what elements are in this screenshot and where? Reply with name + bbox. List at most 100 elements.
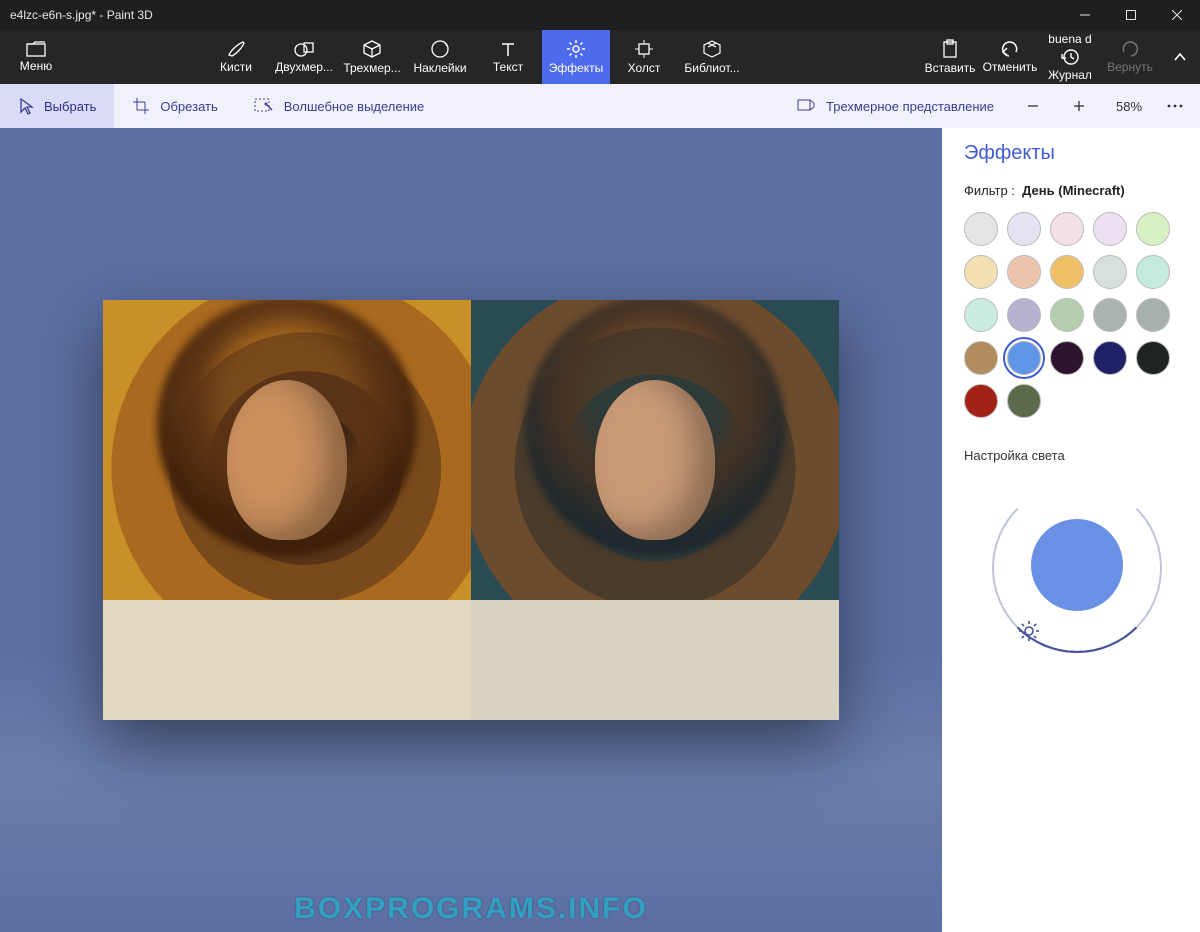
undo-button[interactable]: Отменить [980,30,1040,84]
clipboard-icon [941,39,959,59]
tool-brushes[interactable]: Кисти [202,30,270,84]
filter-swatch[interactable] [1007,384,1041,418]
canvas-icon [634,39,654,59]
text-icon [499,40,517,58]
redo-button: Вернуть [1100,30,1160,84]
select-label: Выбрать [44,99,96,114]
filter-label: Фильтр : [964,183,1015,198]
light-settings-label: Настройка света [964,448,1190,463]
paste-button[interactable]: Вставить [920,30,980,84]
library-icon [701,39,723,59]
ribbon-tools: Кисти Двухмер... Трехмер... Наклейки Тек… [202,30,746,84]
filter-swatch[interactable] [1093,255,1127,289]
filter-swatch[interactable] [1007,255,1041,289]
tool-label: Холст [628,61,661,75]
rtool-label: Отменить [983,60,1038,74]
canvas-image[interactable] [103,300,839,720]
history-button[interactable]: buena d Журнал [1040,30,1100,84]
ellipsis-icon [1167,104,1183,108]
redo-icon [1120,40,1140,58]
magic-label: Волшебное выделение [284,99,425,114]
folder-icon [26,41,46,57]
magic-select-tool[interactable]: Волшебное выделение [236,84,443,128]
minus-icon [1026,99,1040,113]
panel-title: Эффекты [964,142,1190,165]
undo-icon [1000,40,1020,58]
filter-swatch[interactable] [964,341,998,375]
ribbon-right-tools: Вставить Отменить buena d Журнал Вернуть [920,30,1200,84]
zoom-controls: 58% [1012,84,1200,128]
minimize-button[interactable] [1062,0,1108,30]
filter-swatch[interactable] [1050,212,1084,246]
cube-icon [362,39,382,59]
tool-label: Эффекты [549,61,604,75]
tool-label: Трехмер... [343,61,400,75]
filter-swatch[interactable] [1093,341,1127,375]
maximize-button[interactable] [1108,0,1154,30]
select-tool[interactable]: Выбрать [0,84,114,128]
chevron-up-icon [1173,52,1187,62]
close-button[interactable] [1154,0,1200,30]
crop-icon [132,97,150,115]
zoom-out-button[interactable] [1012,84,1054,128]
sun-icon [1018,620,1040,647]
light-dial-ball[interactable] [1031,519,1123,611]
magic-select-icon [254,98,274,114]
filter-swatch[interactable] [1007,298,1041,332]
filter-swatch[interactable] [1050,341,1084,375]
tool-3d-library[interactable]: Библиот... [678,30,746,84]
effects-icon [566,39,586,59]
tool-label: Наклейки [413,61,466,75]
light-dial[interactable] [992,483,1162,653]
rtool-label: Журнал [1048,68,1092,82]
main-area: BOXPROGRAMS.INFO Эффекты Фильтр : День (… [0,128,1200,932]
effects-panel: Эффекты Фильтр : День (Minecraft) Настро… [942,128,1200,932]
filter-swatch[interactable] [964,212,998,246]
filter-swatch[interactable] [964,255,998,289]
more-options-button[interactable] [1158,84,1192,128]
tool-label: Библиот... [684,61,739,75]
tool-label: Кисти [220,60,252,74]
filter-swatch[interactable] [964,384,998,418]
tool-stickers[interactable]: Наклейки [406,30,474,84]
filter-swatch[interactable] [1050,255,1084,289]
canvas-viewport[interactable]: BOXPROGRAMS.INFO [0,128,942,932]
photo-left [103,300,471,720]
crop-tool[interactable]: Обрезать [114,84,235,128]
sub-toolbar: Выбрать Обрезать Волшебное выделение Тре… [0,84,1200,128]
app-window: e4lzc-e6n-s.jpg* - Paint 3D Меню Кисти [0,0,1200,932]
menu-button[interactable]: Меню [0,30,72,84]
tool-text[interactable]: Текст [474,30,542,84]
filter-swatch[interactable] [1050,298,1084,332]
filter-swatch[interactable] [1093,212,1127,246]
zoom-value[interactable]: 58% [1104,99,1154,114]
tool-canvas[interactable]: Холст [610,30,678,84]
shapes-2d-icon [293,40,315,58]
filter-swatch[interactable] [1136,298,1170,332]
tool-effects[interactable]: Эффекты [542,30,610,84]
3d-view-toggle[interactable]: Трехмерное представление [778,84,1012,128]
filter-swatch[interactable] [1136,341,1170,375]
tool-label: Двухмер... [275,60,333,74]
filter-line: Фильтр : День (Minecraft) [964,183,1190,198]
tool-3d-shapes[interactable]: Трехмер... [338,30,406,84]
filter-swatch[interactable] [1007,341,1041,375]
filter-swatch[interactable] [1136,255,1170,289]
title-bar: e4lzc-e6n-s.jpg* - Paint 3D [0,0,1200,30]
window-title: e4lzc-e6n-s.jpg* - Paint 3D [0,8,1062,22]
zoom-in-button[interactable] [1058,84,1100,128]
filter-value: День (Minecraft) [1022,183,1125,198]
filter-swatch[interactable] [964,298,998,332]
watermark-text: BOXPROGRAMS.INFO [294,892,648,926]
menu-label: Меню [20,59,52,73]
filter-swatch[interactable] [1007,212,1041,246]
filter-swatch[interactable] [1093,298,1127,332]
expand-ribbon-button[interactable] [1160,30,1200,84]
plus-icon [1072,99,1086,113]
filter-swatches [964,212,1190,418]
filter-swatch[interactable] [1136,212,1170,246]
rtool-label: Вернуть [1107,60,1153,74]
window-controls [1062,0,1200,30]
tool-2d-shapes[interactable]: Двухмер... [270,30,338,84]
3d-view-icon [796,98,816,114]
